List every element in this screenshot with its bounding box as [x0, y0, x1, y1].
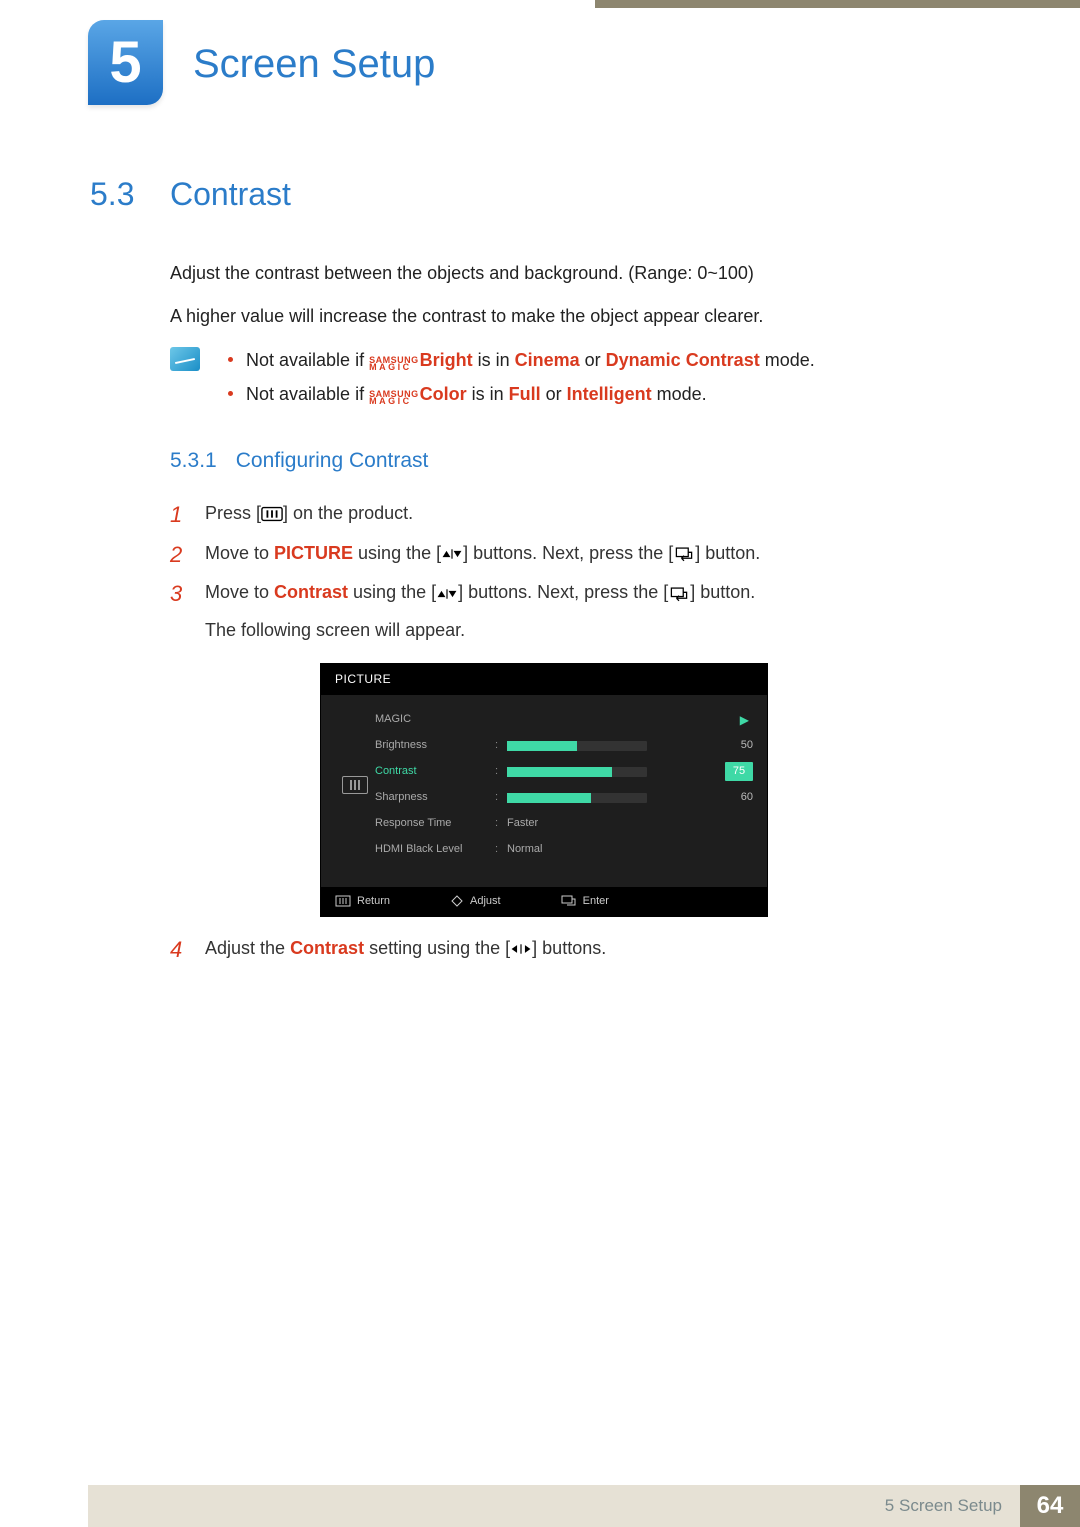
- subsection-title: Configuring Contrast: [236, 449, 429, 472]
- step-item: 1 Press [] on the product.: [170, 500, 980, 528]
- note-keyword: Color: [420, 384, 467, 404]
- chapter-header: 5 Screen Setup: [88, 20, 435, 105]
- note-mode: Full: [509, 384, 541, 404]
- section-number: 5.3: [90, 170, 170, 220]
- step-item: 2 Move to PICTURE using the [] buttons. …: [170, 540, 980, 568]
- subsection-header: 5.3.1 Configuring Contrast: [170, 445, 980, 478]
- step-number: 3: [170, 577, 182, 611]
- menu-button-icon: [261, 505, 283, 523]
- page-number: 64: [1020, 1485, 1080, 1527]
- up-down-icon: [436, 585, 458, 603]
- step-keyword: Contrast: [290, 938, 364, 958]
- step-item: 3 Move to Contrast using the [] buttons.…: [170, 579, 980, 916]
- osd-enter-icon: Enter: [561, 893, 609, 910]
- step-keyword: Contrast: [274, 582, 348, 602]
- osd-row-magic: MAGIC ▶: [375, 707, 753, 733]
- osd-screenshot: PICTURE MAGIC ▶ Brightness:: [320, 663, 980, 917]
- note-list: Not available if SAMSUNGMAGICBright is i…: [220, 347, 815, 415]
- osd-row-brightness: Brightness: 50: [375, 733, 753, 759]
- osd-adjust-icon: Adjust: [450, 893, 501, 910]
- note-block: Not available if SAMSUNGMAGICBright is i…: [170, 347, 980, 415]
- chapter-number-badge: 5: [88, 20, 163, 105]
- note-item: Not available if SAMSUNGMAGICBright is i…: [220, 347, 815, 375]
- up-down-icon: [441, 545, 463, 563]
- note-keyword: Bright: [420, 350, 473, 370]
- osd-row-hdmi: HDMI Black Level: Normal: [375, 837, 753, 863]
- samsung-magic-icon: SAMSUNGMAGIC: [369, 391, 419, 405]
- osd-row-response: Response Time: Faster: [375, 811, 753, 837]
- note-icon: [170, 347, 200, 371]
- note-mode: Intelligent: [567, 384, 652, 404]
- osd-title: PICTURE: [321, 664, 767, 695]
- step-number: 2: [170, 538, 182, 572]
- intro-paragraph-2: A higher value will increase the contras…: [170, 303, 980, 331]
- enter-button-icon: [668, 585, 690, 603]
- samsung-magic-icon: SAMSUNGMAGIC: [369, 357, 419, 371]
- subsection-number: 5.3.1: [170, 449, 217, 472]
- section-header: 5.3 Contrast: [90, 170, 980, 220]
- note-text: Not available if: [246, 350, 369, 370]
- chevron-right-icon: ▶: [740, 711, 749, 730]
- osd-row-contrast: Contrast: 75: [375, 759, 753, 785]
- osd-side-icon: [335, 707, 375, 863]
- step-followup: The following screen will appear.: [205, 620, 465, 640]
- step-number: 1: [170, 498, 182, 532]
- note-mode: Dynamic Contrast: [606, 350, 760, 370]
- chapter-title: Screen Setup: [193, 42, 435, 87]
- step-number: 4: [170, 933, 182, 967]
- note-mode: Cinema: [515, 350, 580, 370]
- enter-button-icon: [673, 545, 695, 563]
- step-item: 4 Adjust the Contrast setting using the …: [170, 935, 980, 963]
- page-footer: 5 Screen Setup 64: [0, 1485, 1080, 1527]
- note-text: Not available if: [246, 384, 369, 404]
- step-keyword: PICTURE: [274, 543, 353, 563]
- osd-footer: Return Adjust Enter: [321, 887, 767, 916]
- section-title: Contrast: [170, 170, 291, 220]
- left-right-icon: [510, 940, 532, 958]
- step-list: 1 Press [] on the product. 2 Move to PIC…: [170, 500, 980, 963]
- osd-row-sharpness: Sharpness: 60: [375, 785, 753, 811]
- note-item: Not available if SAMSUNGMAGICColor is in…: [220, 381, 815, 409]
- osd-return-icon: Return: [335, 893, 390, 910]
- footer-chapter-label: 5 Screen Setup: [88, 1485, 1020, 1527]
- page-content: 5.3 Contrast Adjust the contrast between…: [90, 170, 980, 975]
- intro-paragraph-1: Adjust the contrast between the objects …: [170, 260, 980, 288]
- top-stripe: [595, 0, 1080, 8]
